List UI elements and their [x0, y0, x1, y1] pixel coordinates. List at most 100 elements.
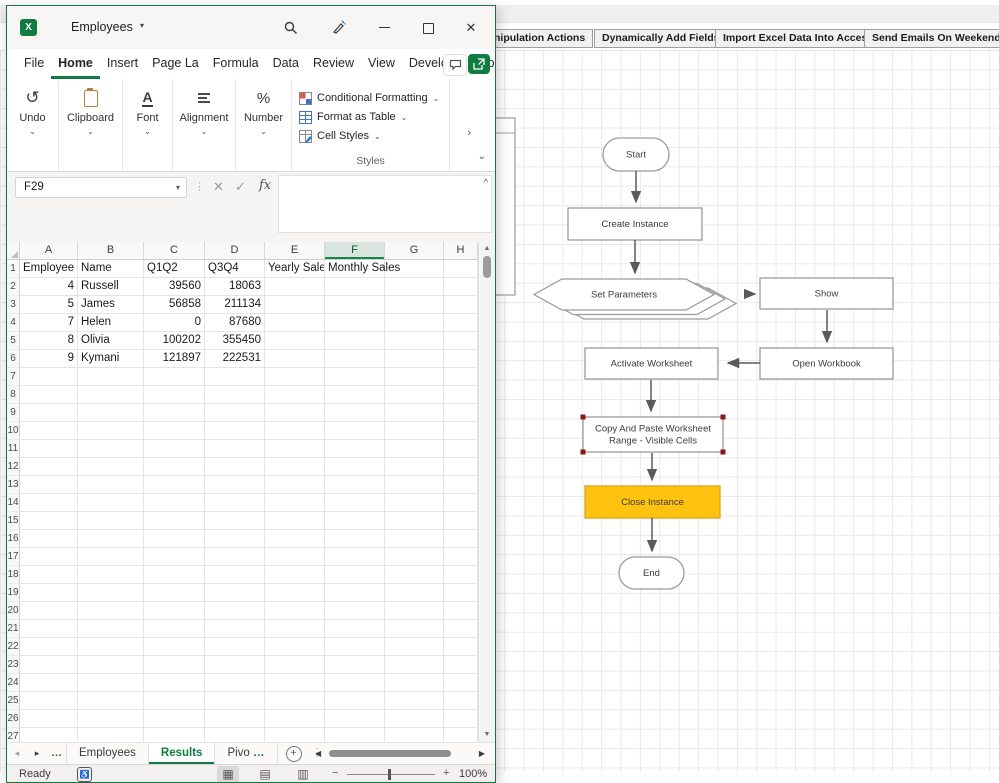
cell-G6[interactable] — [385, 350, 444, 368]
row-header-13[interactable]: 13 — [7, 476, 20, 494]
cell-E14[interactable] — [265, 494, 325, 512]
cell-H4[interactable] — [444, 314, 478, 332]
cell-F5[interactable] — [325, 332, 385, 350]
row-header-26[interactable]: 26 — [7, 710, 20, 728]
cell-D12[interactable] — [205, 458, 265, 476]
cell-F6[interactable] — [325, 350, 385, 368]
cell-F13[interactable] — [325, 476, 385, 494]
flow-node-show[interactable]: Show — [760, 278, 893, 309]
row-header-5[interactable]: 5 — [7, 332, 20, 350]
cell-A18[interactable] — [20, 566, 78, 584]
cell-C15[interactable] — [144, 512, 205, 530]
cell-D17[interactable] — [205, 548, 265, 566]
row-header-3[interactable]: 3 — [7, 296, 20, 314]
cell-F27[interactable] — [325, 728, 385, 742]
cell-H15[interactable] — [444, 512, 478, 530]
cell-C3[interactable]: 56858 — [144, 296, 205, 314]
cell-F9[interactable] — [325, 404, 385, 422]
sheet-overflow[interactable]: … — [47, 743, 66, 764]
scroll-down-icon[interactable]: ▼ — [479, 731, 495, 738]
cell-F8[interactable] — [325, 386, 385, 404]
cell-H5[interactable] — [444, 332, 478, 350]
cell-C18[interactable] — [144, 566, 205, 584]
cell-E6[interactable] — [265, 350, 325, 368]
cell-A1[interactable]: Employee — [20, 260, 78, 278]
name-box[interactable]: F29 ▾ — [15, 177, 187, 198]
column-header-C[interactable]: C — [144, 242, 205, 259]
cell-D25[interactable] — [205, 692, 265, 710]
cell-B9[interactable] — [78, 404, 144, 422]
cell-G27[interactable] — [385, 728, 444, 742]
cell-F11[interactable] — [325, 440, 385, 458]
cell-E21[interactable] — [265, 620, 325, 638]
cell-G21[interactable] — [385, 620, 444, 638]
column-header-A[interactable]: A — [20, 242, 78, 259]
cell-F19[interactable] — [325, 584, 385, 602]
menu-home[interactable]: Home — [51, 49, 100, 79]
enter-icon[interactable]: ✓ — [235, 179, 246, 195]
cell-E25[interactable] — [265, 692, 325, 710]
cell-C4[interactable]: 0 — [144, 314, 205, 332]
cell-G19[interactable] — [385, 584, 444, 602]
chevron-down-icon[interactable]: ⌄ — [260, 127, 267, 136]
page-break-view-icon[interactable]: ▥ — [292, 766, 314, 782]
close-button[interactable]: ✕ — [458, 6, 484, 49]
cell-C2[interactable]: 39560 — [144, 278, 205, 296]
cell-B17[interactable] — [78, 548, 144, 566]
cell-H10[interactable] — [444, 422, 478, 440]
row-header-6[interactable]: 6 — [7, 350, 20, 368]
format-as-table-button[interactable]: Format as Table⌄ — [299, 109, 439, 125]
cell-C20[interactable] — [144, 602, 205, 620]
cell-A17[interactable] — [20, 548, 78, 566]
row-header-21[interactable]: 21 — [7, 620, 20, 638]
cell-B5[interactable]: Olivia — [78, 332, 144, 350]
cell-B26[interactable] — [78, 710, 144, 728]
cell-G8[interactable] — [385, 386, 444, 404]
cell-E13[interactable] — [265, 476, 325, 494]
cell-A19[interactable] — [20, 584, 78, 602]
cell-A21[interactable] — [20, 620, 78, 638]
cell-C14[interactable] — [144, 494, 205, 512]
cell-E17[interactable] — [265, 548, 325, 566]
cell-C9[interactable] — [144, 404, 205, 422]
cell-E8[interactable] — [265, 386, 325, 404]
cell-E26[interactable] — [265, 710, 325, 728]
cell-A3[interactable]: 5 — [20, 296, 78, 314]
menu-formula[interactable]: Formula — [206, 49, 266, 79]
column-header-D[interactable]: D — [205, 242, 265, 259]
cell-E27[interactable] — [265, 728, 325, 742]
cell-H18[interactable] — [444, 566, 478, 584]
flow-node-end[interactable]: End — [619, 557, 684, 589]
cell-H25[interactable] — [444, 692, 478, 710]
cell-B20[interactable] — [78, 602, 144, 620]
menu-file[interactable]: File — [17, 49, 51, 79]
cell-A11[interactable] — [20, 440, 78, 458]
cell-A10[interactable] — [20, 422, 78, 440]
row-header-19[interactable]: 19 — [7, 584, 20, 602]
cell-H13[interactable] — [444, 476, 478, 494]
cell-F2[interactable] — [325, 278, 385, 296]
cell-F10[interactable] — [325, 422, 385, 440]
cell-F16[interactable] — [325, 530, 385, 548]
cell-D23[interactable] — [205, 656, 265, 674]
cell-D6[interactable]: 222531 — [205, 350, 265, 368]
cell-E19[interactable] — [265, 584, 325, 602]
flow-node-create-instance[interactable]: Create Instance — [568, 208, 702, 240]
cell-A23[interactable] — [20, 656, 78, 674]
flow-node-close-instance[interactable]: Close Instance — [585, 486, 720, 518]
cell-A12[interactable] — [20, 458, 78, 476]
cell-F18[interactable] — [325, 566, 385, 584]
cell-B3[interactable]: James — [78, 296, 144, 314]
cell-H12[interactable] — [444, 458, 478, 476]
cell-F17[interactable] — [325, 548, 385, 566]
cell-D3[interactable]: 211134 — [205, 296, 265, 314]
cell-B1[interactable]: Name — [78, 260, 144, 278]
column-header-F[interactable]: F — [325, 242, 385, 259]
row-header-14[interactable]: 14 — [7, 494, 20, 512]
cell-D8[interactable] — [205, 386, 265, 404]
formula-bar-collapse-icon[interactable]: ^ — [484, 177, 488, 187]
cell-H6[interactable] — [444, 350, 478, 368]
row-header-1[interactable]: 1 — [7, 260, 20, 278]
sheet-nav-left-icon[interactable]: ◂ — [7, 743, 27, 764]
selection-handle[interactable] — [721, 415, 726, 420]
